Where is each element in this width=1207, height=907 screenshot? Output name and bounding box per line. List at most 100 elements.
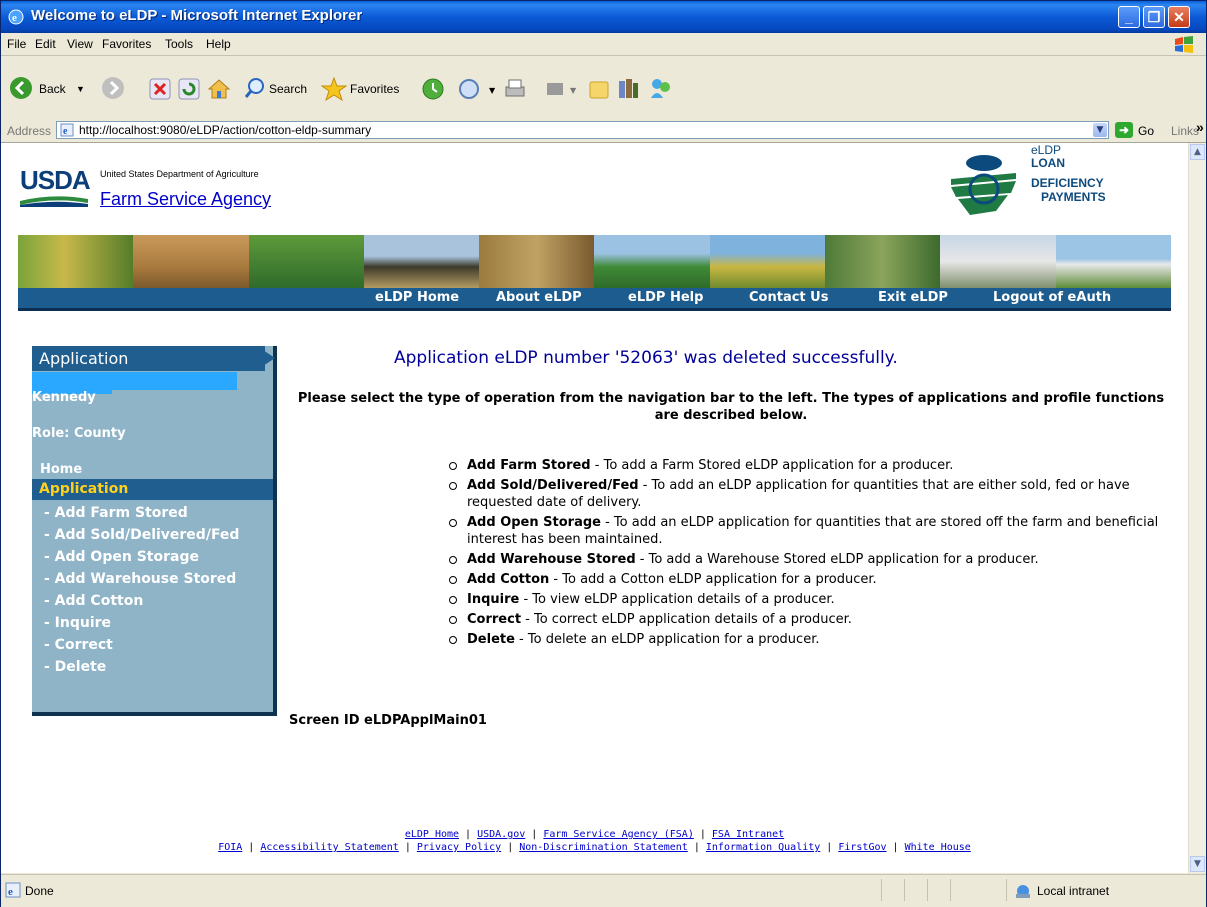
go-arrow-icon[interactable]: ➜ (1115, 122, 1133, 138)
search-button[interactable]: Search (244, 76, 316, 102)
footer-link-firstgov[interactable]: FirstGov (838, 842, 886, 853)
footer-separator: | (398, 842, 417, 853)
svg-text:e: e (63, 126, 68, 137)
restore-icon: ❐ (1147, 9, 1161, 25)
sidebar-item-add-open-storage[interactable]: - Add Open Storage (44, 549, 199, 565)
minimize-icon: _ (1125, 9, 1133, 25)
sidebar-header-tab (257, 346, 275, 370)
footer-separator: | (525, 829, 544, 840)
menu-favorites[interactable]: Favorites (102, 37, 151, 51)
sidebar-item-add-cotton[interactable]: - Add Cotton (44, 593, 143, 609)
footer-link-usda-gov[interactable]: USDA.gov (477, 829, 525, 840)
status-cell (881, 879, 904, 901)
operation-name: Add Sold/Delivered/Fed (467, 478, 639, 493)
forward-arrow-icon[interactable] (101, 76, 125, 100)
minimize-button[interactable]: _ (1118, 6, 1140, 28)
harvest-photo (133, 235, 249, 288)
nav-eldp-home[interactable]: eLDP Home (375, 290, 459, 305)
favorites-button[interactable]: Favorites (321, 76, 416, 102)
menu-bar: File Edit View Favorites Tools Help (1, 33, 1206, 56)
folder-icon[interactable] (588, 78, 610, 100)
sidebar-item-delete[interactable]: - Delete (44, 659, 106, 675)
go-button[interactable]: Go (1138, 124, 1154, 138)
mail-icon[interactable] (459, 78, 485, 100)
usda-logo: USDA (20, 165, 91, 195)
footer-link-white-house[interactable]: White House (905, 842, 971, 853)
menu-file[interactable]: File (7, 37, 26, 51)
toolbar: Back ▼ Search Favorites ▼ ▼ (1, 56, 1206, 120)
usda-swoosh-logo (20, 196, 88, 207)
refresh-icon[interactable] (178, 78, 200, 100)
status-cell (904, 879, 927, 901)
menu-help[interactable]: Help (206, 37, 231, 51)
footer-link-privacy[interactable]: Privacy Policy (417, 842, 501, 853)
history-icon[interactable] (421, 77, 445, 101)
stop-icon[interactable] (149, 78, 171, 100)
messenger-icon[interactable] (648, 76, 674, 102)
links-label[interactable]: Links (1171, 124, 1199, 138)
eldp-logo (951, 155, 1016, 215)
scroll-down-icon[interactable]: ▼ (1190, 856, 1205, 872)
sidebar-item-add-sold-delivered-fed[interactable]: - Add Sold/Delivered/Fed (44, 527, 239, 543)
home-icon[interactable] (207, 77, 231, 101)
footer-link-accessibility[interactable]: Accessibility Statement (260, 842, 398, 853)
close-button[interactable]: ✕ (1168, 6, 1190, 28)
vertical-scrollbar[interactable]: ▲ ▼ (1188, 143, 1206, 873)
back-dropdown-icon[interactable]: ▼ (76, 84, 85, 94)
nav-exit-eldp[interactable]: Exit eLDP (878, 290, 948, 305)
research-icon[interactable] (616, 77, 640, 101)
footer-separator: | (820, 842, 839, 853)
operation-name: Inquire (467, 592, 520, 607)
mail-dropdown-icon[interactable]: ▼ (489, 86, 495, 95)
chevron-right-icon[interactable]: » (1196, 119, 1204, 135)
search-label: Search (269, 82, 308, 96)
top-nav-bar: eLDP Home About eLDP eLDP Help Contact U… (18, 288, 1171, 311)
footer-link-information-quality[interactable]: Information Quality (706, 842, 820, 853)
edit-icon[interactable] (545, 79, 565, 99)
menu-edit[interactable]: Edit (35, 37, 56, 51)
footer-link-fsa[interactable]: Farm Service Agency (FSA) (543, 829, 694, 840)
favorites-label: Favorites (350, 82, 400, 96)
nav-about-eldp[interactable]: About eLDP (496, 290, 582, 305)
address-bar: Address e http://localhost:9080/eLDP/act… (1, 119, 1206, 143)
sidebar-item-inquire[interactable]: - Inquire (44, 615, 111, 631)
back-button[interactable]: Back ▼ (9, 76, 99, 102)
page-icon: e (60, 123, 74, 137)
footer-link-fsa-intranet[interactable]: FSA Intranet (712, 829, 784, 840)
operation-desc: - To delete an eLDP application for a pr… (514, 632, 820, 647)
sidebar-item-add-farm-stored[interactable]: - Add Farm Stored (44, 505, 188, 521)
sidebar-item-add-warehouse-stored[interactable]: - Add Warehouse Stored (44, 571, 236, 587)
operation-name: Add Cotton (467, 572, 550, 587)
menu-tools[interactable]: Tools (165, 37, 193, 51)
eldp-logo-text: DEFICIENCY (1031, 176, 1104, 190)
list-item: Add Open Storage - To add an eLDP applic… (449, 514, 1169, 548)
sidebar-title: Application (39, 349, 129, 368)
scroll-up-icon[interactable]: ▲ (1190, 144, 1205, 160)
sidebar-item-home[interactable]: Home (40, 462, 82, 477)
operation-name: Add Farm Stored (467, 458, 591, 473)
nav-contact-us[interactable]: Contact Us (749, 290, 828, 305)
user-role: Role: County (32, 426, 126, 441)
address-dropdown-icon[interactable]: ▼ (1093, 123, 1107, 137)
nav-logout-eauth[interactable]: Logout of eAuth (993, 290, 1111, 305)
forage-photo (709, 235, 826, 288)
footer-link-non-discrimination[interactable]: Non-Discrimination Statement (519, 842, 688, 853)
eldp-logo-text: eLDP (1031, 143, 1062, 157)
footer-separator: | (501, 842, 520, 853)
address-input[interactable]: e http://localhost:9080/eLDP/action/cott… (56, 121, 1109, 139)
page-viewport: USDA United States Department of Agricul… (1, 143, 1188, 873)
list-item: Correct - To correct eLDP application de… (449, 611, 1169, 628)
sidebar-item-correct[interactable]: - Correct (44, 637, 113, 653)
menu-view[interactable]: View (67, 37, 93, 51)
edit-dropdown-icon[interactable]: ▼ (570, 86, 576, 95)
operation-name: Delete (467, 632, 515, 647)
footer-separator: | (242, 842, 261, 853)
fsa-link[interactable]: Farm Service Agency (100, 189, 271, 210)
maximize-button[interactable]: ❐ (1143, 6, 1165, 28)
nav-eldp-help[interactable]: eLDP Help (628, 290, 703, 305)
footer-link-eldp-home[interactable]: eLDP Home (405, 829, 459, 840)
eldp-logo-text: PAYMENTS (1041, 190, 1106, 204)
footer-link-foia[interactable]: FOIA (218, 842, 242, 853)
print-icon[interactable] (502, 77, 528, 101)
grain-photo (479, 235, 595, 288)
